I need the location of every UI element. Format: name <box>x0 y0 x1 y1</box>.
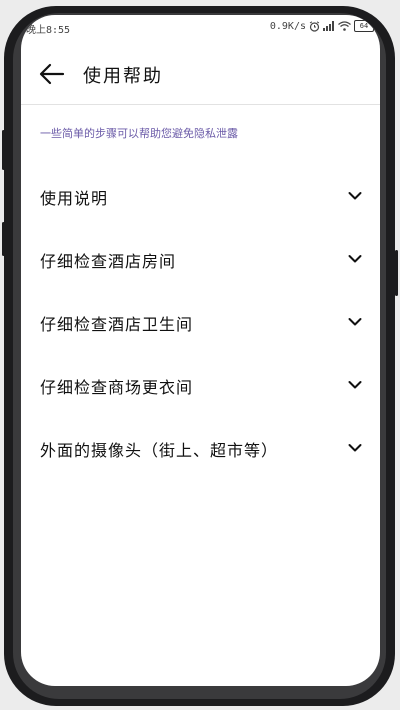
help-item-label: 仔细检查酒店房间 <box>40 252 177 271</box>
app-bar: 使用帮助 <box>21 41 380 105</box>
status-icons: 0.9K/s 64 <box>269 20 376 32</box>
help-item-label: 使用说明 <box>40 189 109 208</box>
back-button[interactable] <box>37 59 67 89</box>
help-item-usage[interactable]: 使用说明 <box>21 165 380 228</box>
status-time: 晚上8:55 <box>26 25 71 36</box>
chevron-down-icon <box>348 318 362 326</box>
privacy-hint: 一些简单的步骤可以帮助您避免隐私泄露 <box>40 127 238 140</box>
chevron-down-icon <box>348 255 362 263</box>
wifi-icon <box>338 21 351 31</box>
help-item-label: 仔细检查酒店卫生间 <box>40 315 194 334</box>
phone-screen: 晚上8:55 0.9K/s 64 使用帮助 一些简单的步骤可以帮助您避免隐私泄露… <box>21 15 380 686</box>
help-item-label: 仔细检查商场更衣间 <box>40 378 194 397</box>
help-item-hotel-bathroom[interactable]: 仔细检查酒店卫生间 <box>21 291 380 354</box>
alarm-icon <box>309 20 320 32</box>
arrow-left-icon <box>39 63 65 85</box>
page-title: 使用帮助 <box>83 66 163 87</box>
side-button <box>395 250 398 296</box>
help-list: 使用说明 仔细检查酒店房间 仔细检查酒店卫生间 仔细检查商场更衣间 外面的摄像头… <box>21 165 380 480</box>
chevron-down-icon <box>348 444 362 452</box>
volume-button <box>2 130 5 170</box>
battery-icon: 64 <box>354 20 376 32</box>
status-bar: 晚上8:55 0.9K/s 64 <box>21 15 380 41</box>
help-item-label: 外面的摄像头（街上、超市等） <box>40 441 279 460</box>
power-button <box>2 222 5 256</box>
net-speed: 0.9K/s <box>269 20 306 32</box>
help-item-outdoor-cameras[interactable]: 外面的摄像头（街上、超市等） <box>21 417 380 480</box>
signal-icon <box>323 21 334 31</box>
help-item-mall-fitting-room[interactable]: 仔细检查商场更衣间 <box>21 354 380 417</box>
help-item-hotel-room[interactable]: 仔细检查酒店房间 <box>21 228 380 291</box>
chevron-down-icon <box>348 381 362 389</box>
chevron-down-icon <box>348 192 362 200</box>
